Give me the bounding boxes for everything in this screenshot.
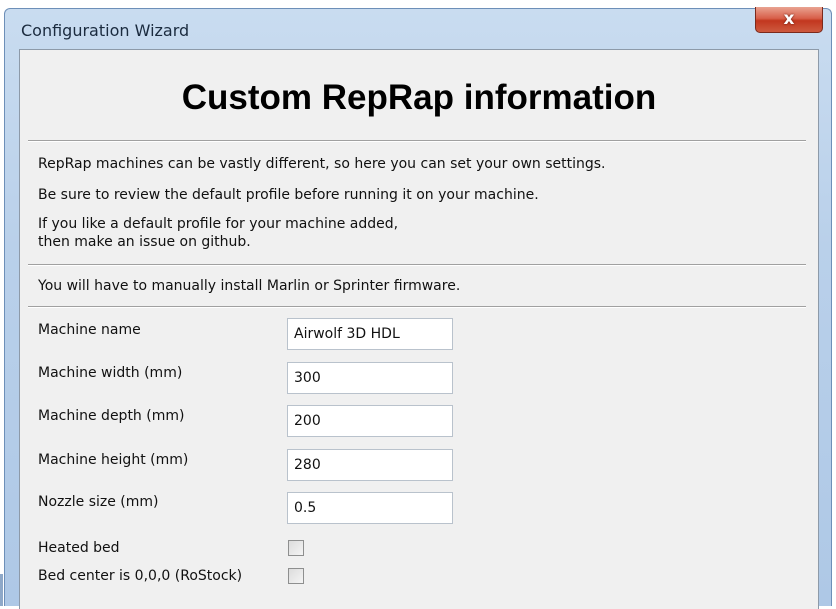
nozzle-size-label: Nozzle size (mm) [38,494,159,510]
description-line: If you like a default profile for your m… [38,216,399,232]
nozzle-size-input[interactable] [287,492,453,524]
section-divider [28,306,806,308]
machine-name-input[interactable] [287,318,453,350]
heading-divider [28,140,806,142]
close-button[interactable]: x [755,7,823,33]
background-window-edge [0,574,3,606]
description-line: RepRap machines can be vastly different,… [38,156,606,172]
window-title: Configuration Wizard [21,21,190,40]
machine-name-label: Machine name [38,322,141,338]
firmware-note: You will have to manually install Marlin… [38,278,461,294]
heated-bed-label: Heated bed [38,540,120,556]
machine-depth-input[interactable] [287,405,453,437]
section-divider [28,264,806,266]
wizard-page: Custom RepRap information RepRap machine… [19,49,819,609]
heated-bed-checkbox[interactable] [288,540,304,556]
machine-height-label: Machine height (mm) [38,452,189,468]
machine-height-input[interactable] [287,449,453,481]
machine-depth-label: Machine depth (mm) [38,408,185,424]
description-line: then make an issue on github. [38,234,251,250]
bed-center-label: Bed center is 0,0,0 (RoStock) [38,568,243,584]
configuration-wizard-window: Configuration Wizard x Custom RepRap inf… [4,7,832,609]
description-line: Be sure to review the default profile be… [38,187,539,203]
machine-width-input[interactable] [287,362,453,394]
machine-width-label: Machine width (mm) [38,365,183,381]
close-icon: x [783,9,795,29]
bed-center-checkbox[interactable] [288,568,304,584]
title-bar[interactable]: Configuration Wizard x [5,7,831,47]
page-title: Custom RepRap information [181,78,657,117]
